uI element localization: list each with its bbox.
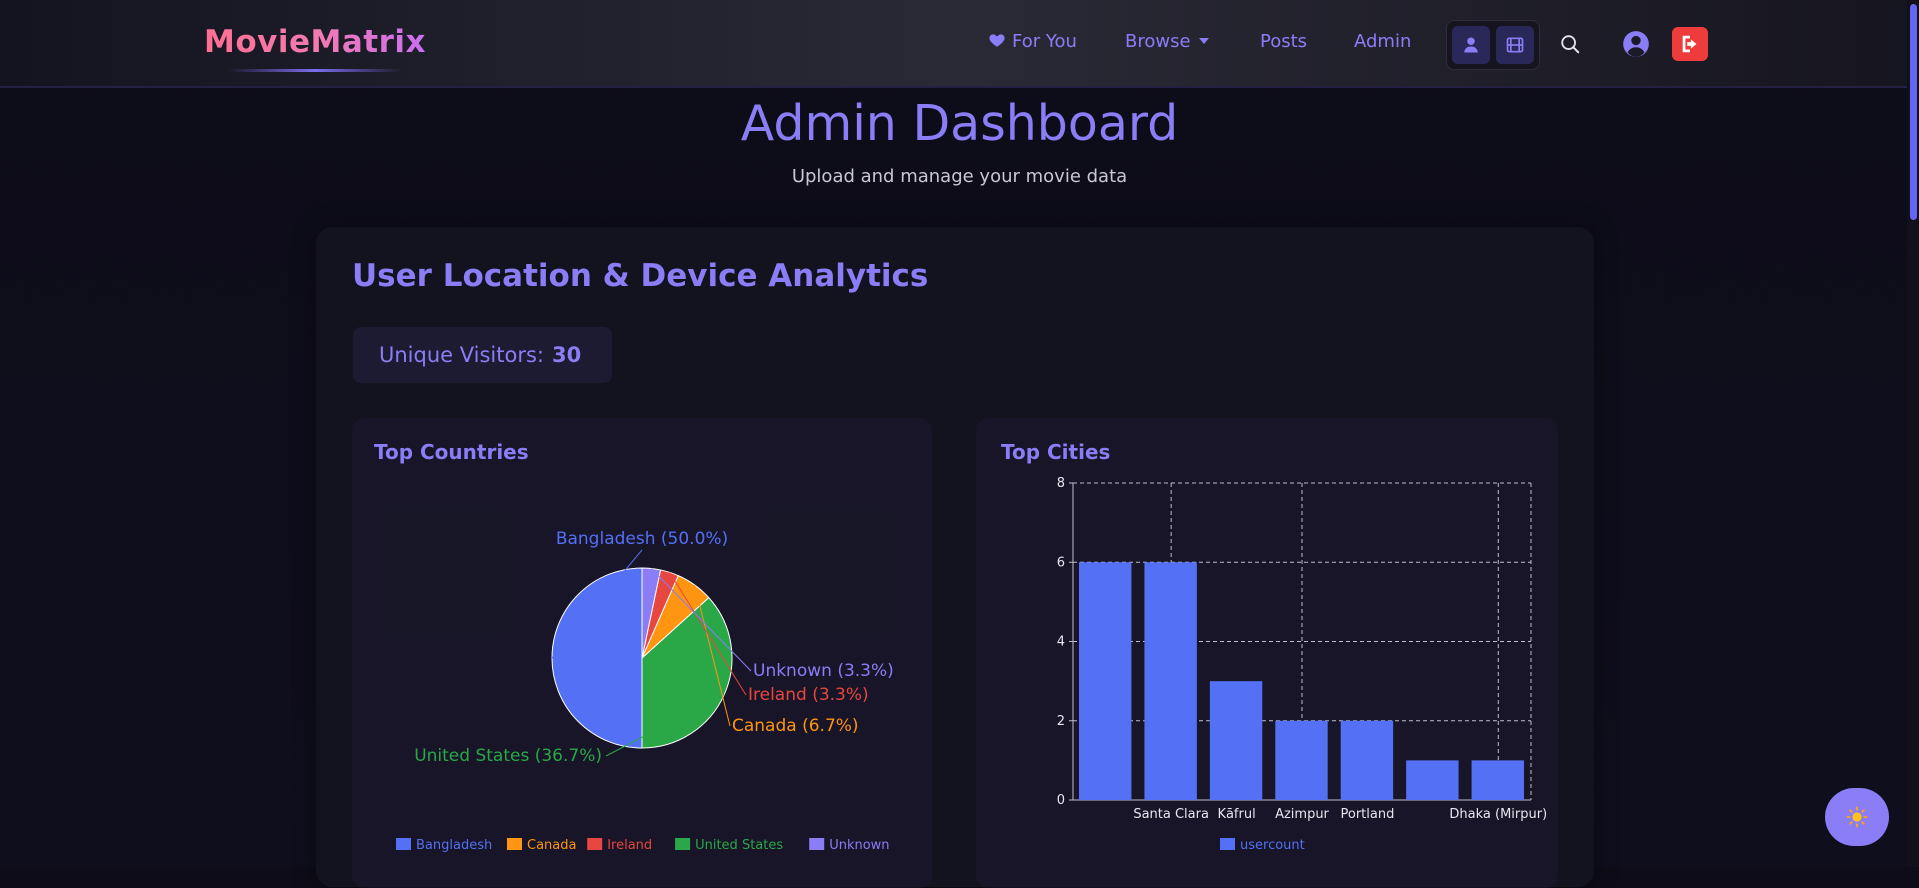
nav-admin[interactable]: Admin bbox=[1354, 31, 1411, 52]
y-tick-label: 0 bbox=[1057, 793, 1065, 808]
legend-swatch bbox=[507, 838, 522, 850]
page-subtitle: Upload and manage your movie data bbox=[791, 166, 1128, 187]
legend-swatch bbox=[1220, 838, 1235, 850]
logo[interactable]: MovieMatrix bbox=[204, 24, 426, 60]
legend-label: Ireland bbox=[607, 838, 652, 853]
chevron-down-icon bbox=[1198, 38, 1209, 44]
film-icon bbox=[1506, 37, 1524, 53]
bar-city-5 bbox=[1406, 760, 1459, 800]
visitors-count: 30 bbox=[552, 343, 582, 367]
x-tick-label: Santa Clara bbox=[1133, 807, 1209, 822]
legend-label: Unknown bbox=[829, 838, 889, 853]
y-tick-label: 4 bbox=[1057, 635, 1065, 650]
search-icon bbox=[1561, 35, 1580, 54]
logo-underline bbox=[228, 69, 402, 72]
nav-for-you-label: For You bbox=[1012, 31, 1077, 52]
legend-swatch bbox=[587, 838, 603, 850]
legend-label: usercount bbox=[1240, 838, 1305, 853]
bar-dhaka-mirpur- bbox=[1471, 760, 1524, 800]
nav-browse-dropdown[interactable]: Browse bbox=[1125, 31, 1209, 52]
countries-pie-chart: Bangladesh (50.0%) United States (36.7%) C… bbox=[396, 529, 894, 853]
user-icon bbox=[1464, 37, 1478, 53]
pie-label-ireland: Ireland (3.3%) bbox=[748, 685, 869, 705]
y-tick-label: 8 bbox=[1057, 476, 1065, 491]
navbar: MovieMatrix For You Browse Posts Admin bbox=[0, 0, 1919, 88]
legend-swatch bbox=[396, 838, 411, 850]
pie-label-united-states: United States (36.7%) bbox=[414, 746, 602, 766]
cities-bar-chart: 0 2 4 6 8 Santa Clara Kāfrul Azimpur Portland Dha… bbox=[1057, 476, 1547, 853]
legend-label: Canada bbox=[527, 838, 576, 853]
unique-visitors-badge: Unique Visitors: 30 bbox=[353, 327, 612, 383]
logout-icon bbox=[1682, 35, 1697, 53]
pie-label-unknown: Unknown (3.3%) bbox=[753, 661, 894, 681]
theme-toggle-button[interactable] bbox=[1825, 788, 1889, 846]
legend-label: Bangladesh bbox=[416, 838, 492, 853]
y-tick-label: 6 bbox=[1057, 555, 1065, 570]
y-tick-label: 2 bbox=[1057, 714, 1065, 729]
account-button[interactable] bbox=[1620, 28, 1652, 60]
legend-label: United States bbox=[695, 838, 783, 853]
film-mode-button[interactable] bbox=[1496, 26, 1534, 64]
bar-k-frul bbox=[1209, 681, 1263, 800]
x-tick-label: Dhaka (Mirpur) bbox=[1449, 807, 1547, 822]
logout-button[interactable] bbox=[1672, 27, 1708, 61]
section-title: User Location & Device Analytics bbox=[352, 258, 929, 294]
bar-santa-clara bbox=[1144, 562, 1197, 800]
search-button[interactable] bbox=[1556, 30, 1584, 58]
legend-swatch bbox=[809, 838, 825, 850]
heart-icon bbox=[989, 34, 1005, 47]
countries-panel-title: Top Countries bbox=[374, 440, 529, 464]
legend-swatch bbox=[675, 838, 691, 850]
bar-city-0 bbox=[1079, 562, 1132, 800]
pie-slice-bangladesh bbox=[551, 567, 643, 749]
user-mode-button[interactable] bbox=[1452, 26, 1490, 64]
nav-browse-label: Browse bbox=[1125, 31, 1191, 52]
page-title: Admin Dashboard bbox=[740, 95, 1179, 152]
sun-icon bbox=[1846, 806, 1868, 828]
bar-azimpur bbox=[1275, 720, 1328, 800]
nav-posts[interactable]: Posts bbox=[1260, 31, 1307, 52]
pie-label-canada: Canada (6.7%) bbox=[732, 716, 859, 736]
nav-for-you[interactable]: For You bbox=[988, 31, 1077, 52]
x-tick-label: Portland bbox=[1341, 807, 1395, 822]
x-tick-label: Kāfrul bbox=[1217, 807, 1255, 822]
bar-portland bbox=[1340, 720, 1394, 800]
account-circle-icon bbox=[1623, 31, 1649, 57]
visitors-label: Unique Visitors: bbox=[379, 343, 544, 367]
pie-label-bangladesh: Bangladesh (50.0%) bbox=[556, 529, 728, 549]
x-tick-label: Azimpur bbox=[1275, 807, 1329, 822]
view-mode-toggle bbox=[1446, 20, 1540, 70]
